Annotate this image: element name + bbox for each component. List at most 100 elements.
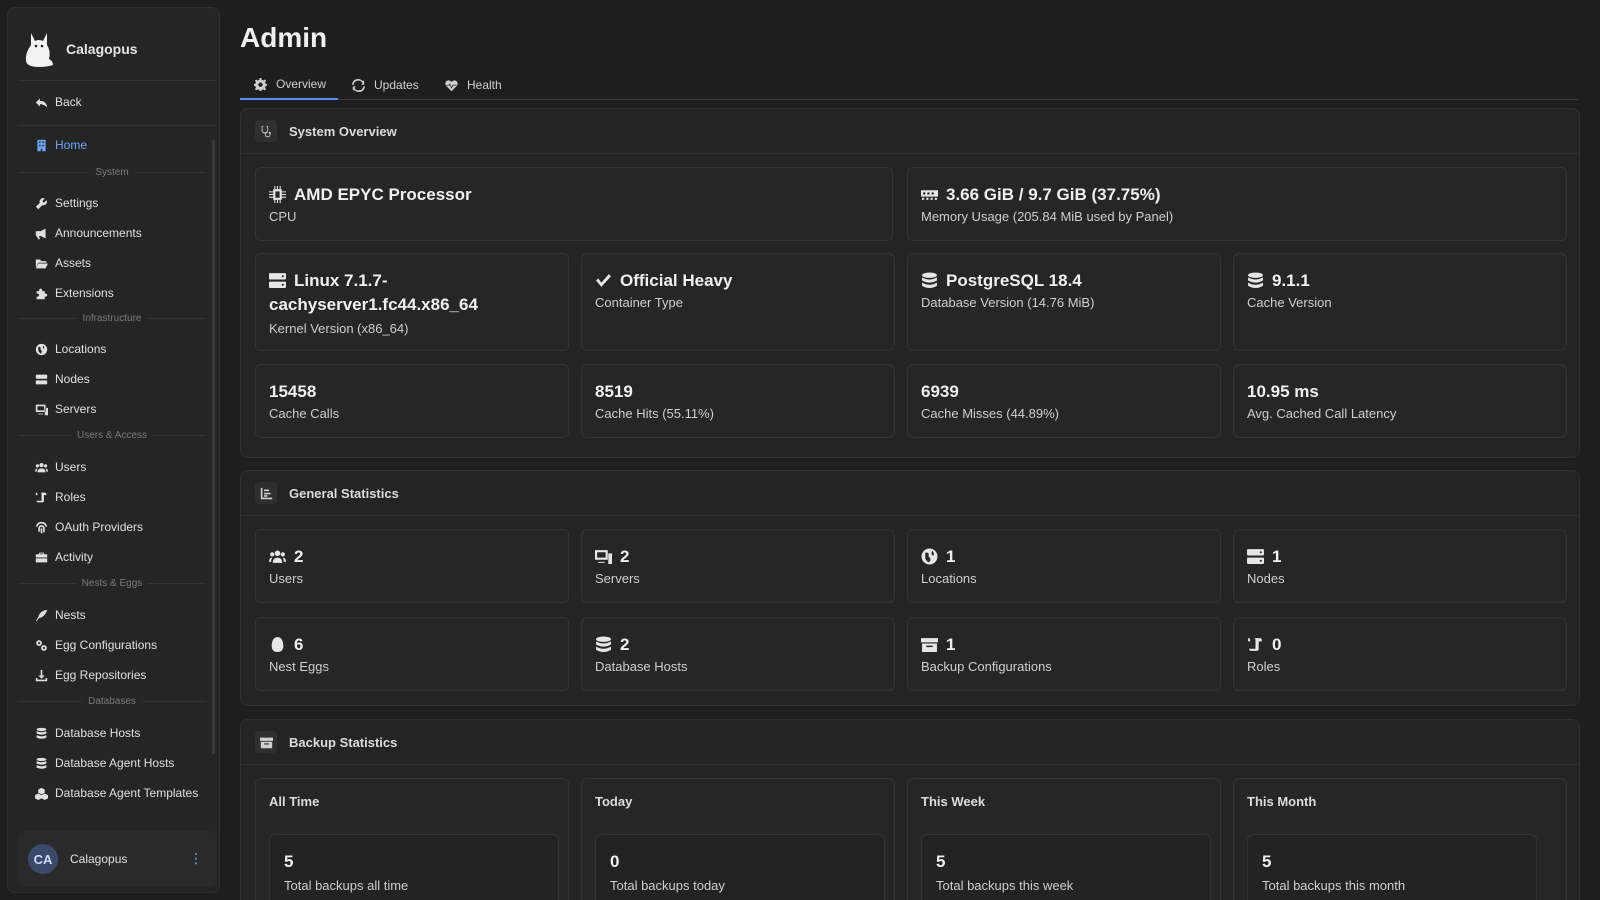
backup-stat-box: 5 Total backups all time xyxy=(269,834,559,900)
back-link[interactable]: Back xyxy=(34,90,82,114)
sidebar-item-home[interactable]: Home xyxy=(34,133,87,157)
database-version-card: PostgreSQL 18.4 Database Version (14.76 … xyxy=(907,253,1221,351)
kernel-label: Kernel Version (x86_64) xyxy=(269,321,409,336)
backup-configs-stat-value: 1 xyxy=(921,633,955,657)
sidebar-item-nests[interactable]: Nests xyxy=(34,603,86,627)
servers-stat-label: Servers xyxy=(595,571,640,586)
backup-stat-label: Total backups this month xyxy=(1262,878,1406,893)
cpu-label: CPU xyxy=(269,209,297,224)
divider xyxy=(18,80,216,81)
sidebar-item-users[interactable]: Users xyxy=(34,455,86,479)
cache-version-label: Cache Version xyxy=(1247,295,1332,310)
server-icon xyxy=(1247,549,1264,564)
kernel-value: Linux 7.1.7- cachyserver1.fc44.x86_64 xyxy=(269,271,478,314)
backup-stat-value: 5 xyxy=(936,852,946,871)
backup-statistics-panel: Backup Statistics All Time 5 Total backu… xyxy=(240,719,1580,900)
sidebar-scrollbar[interactable] xyxy=(212,140,215,754)
divider xyxy=(241,153,1579,154)
system-overview-panel: System Overview AMD EPYC Processor CPU 3… xyxy=(240,108,1580,458)
cache-misses-label: Cache Misses (44.89%) xyxy=(921,406,1059,421)
tab-updates[interactable]: Updates xyxy=(352,70,419,100)
servers-stat-card: 2 Servers xyxy=(581,529,895,603)
brand[interactable]: Calagopus xyxy=(23,28,138,70)
database-hosts-stat-label: Database Hosts xyxy=(595,659,688,674)
sidebar-item-announcements[interactable]: Announcements xyxy=(34,221,142,245)
globe-icon xyxy=(34,342,48,356)
backup-month-card: This Month 5 Total backups this month xyxy=(1233,778,1567,900)
gear-icon xyxy=(254,77,267,91)
backup-today-card: Today 0 Total backups today xyxy=(581,778,895,900)
backup-stat-value: 5 xyxy=(1262,852,1272,871)
building-icon xyxy=(34,138,48,152)
sidebar-item-activity[interactable]: Activity xyxy=(34,545,93,569)
panel-title: Backup Statistics xyxy=(289,734,398,750)
sidebar-item-nodes[interactable]: Nodes xyxy=(34,367,90,391)
reply-arrow-icon xyxy=(34,95,48,109)
cache-hits-card: 8519 Cache Hits (55.11%) xyxy=(581,364,895,438)
sidebar-item-assets[interactable]: Assets xyxy=(34,251,91,275)
avatar: CA xyxy=(28,844,58,874)
cpu-value: AMD EPYC Processor xyxy=(269,183,472,207)
archive-icon xyxy=(255,731,277,753)
check-icon xyxy=(596,274,611,287)
container-label: Container Type xyxy=(595,295,683,310)
database-hosts-stat-card: 2 Database Hosts xyxy=(581,617,895,691)
sidebar-item-database-agent-hosts[interactable]: Database Agent Hosts xyxy=(34,751,174,775)
roles-stat-value: 0 xyxy=(1247,633,1281,657)
tab-overview[interactable]: Overview xyxy=(240,70,338,100)
sidebar-item-locations[interactable]: Locations xyxy=(34,337,106,361)
users-stat-card: 2 Users xyxy=(255,529,569,603)
megaphone-icon xyxy=(34,226,48,240)
puzzle-icon xyxy=(34,286,48,300)
sidebar-item-database-hosts[interactable]: Database Hosts xyxy=(34,721,140,745)
database-icon xyxy=(922,272,937,288)
backup-stat-value: 0 xyxy=(610,852,620,871)
backup-configs-stat-label: Backup Configurations xyxy=(921,659,1052,674)
sidebar-item-egg-configurations[interactable]: Egg Configurations xyxy=(34,633,157,657)
sidebar-item-settings[interactable]: Settings xyxy=(34,191,98,215)
section-label-nests-eggs: Nests & Eggs xyxy=(18,578,206,589)
folder-open-icon xyxy=(34,256,48,270)
nodes-stat-value: 1 xyxy=(1247,545,1281,569)
divider xyxy=(241,764,1579,765)
sidebar-item-roles[interactable]: Roles xyxy=(34,485,86,509)
user-menu[interactable]: CA Calagopus ⋮ xyxy=(18,831,217,887)
computer-icon xyxy=(595,550,612,564)
sidebar-item-extensions[interactable]: Extensions xyxy=(34,281,114,305)
sidebar-item-egg-repositories[interactable]: Egg Repositories xyxy=(34,663,146,687)
kebab-menu-icon[interactable]: ⋮ xyxy=(189,851,203,865)
backup-card-title: All Time xyxy=(269,794,320,809)
wrench-icon xyxy=(34,196,48,210)
memory-label: Memory Usage (205.84 MiB used by Panel) xyxy=(921,209,1174,224)
backup-stat-box: 5 Total backups this month xyxy=(1247,834,1537,900)
general-statistics-panel: General Statistics 2 Users 2 Servers 1 L… xyxy=(240,470,1580,706)
tab-health[interactable]: Health xyxy=(445,70,502,100)
nest-eggs-stat-value: 6 xyxy=(269,633,303,657)
nodes-stat-card: 1 Nodes xyxy=(1233,529,1567,603)
nest-eggs-stat-label: Nest Eggs xyxy=(269,659,329,674)
database-icon xyxy=(1248,272,1263,288)
globe-icon xyxy=(921,548,938,565)
sidebar-item-database-agent-templates[interactable]: Database Agent Templates xyxy=(34,781,198,805)
latency-label: Avg. Cached Call Latency xyxy=(1247,406,1397,421)
container-card: Official Heavy Container Type xyxy=(581,253,895,351)
cat-logo-icon xyxy=(25,33,53,67)
backup-stat-box: 0 Total backups today xyxy=(595,834,885,900)
database-icon xyxy=(34,756,48,770)
section-label-databases: Databases xyxy=(18,696,206,707)
backup-card-title: This Week xyxy=(921,794,986,809)
cache-version-card: 9.1.1 Cache Version xyxy=(1233,253,1567,351)
latency-card: 10.95 ms Avg. Cached Call Latency xyxy=(1233,364,1567,438)
sidebar-item-oauth-providers[interactable]: OAuth Providers xyxy=(34,515,143,539)
cache-misses-value: 6939 xyxy=(921,382,959,401)
cubes-icon xyxy=(34,786,48,800)
bar-chart-icon xyxy=(255,482,277,504)
backup-card-title: Today xyxy=(595,794,633,809)
database-version-label: Database Version (14.76 MiB) xyxy=(921,295,1095,310)
sidebar-item-servers[interactable]: Servers xyxy=(34,397,96,421)
latency-value: 10.95 ms xyxy=(1247,382,1319,401)
sidebar: Calagopus Back Home System Settings Anno… xyxy=(7,7,220,893)
stethoscope-icon xyxy=(255,120,277,142)
divider xyxy=(18,125,216,126)
database-icon xyxy=(34,726,48,740)
